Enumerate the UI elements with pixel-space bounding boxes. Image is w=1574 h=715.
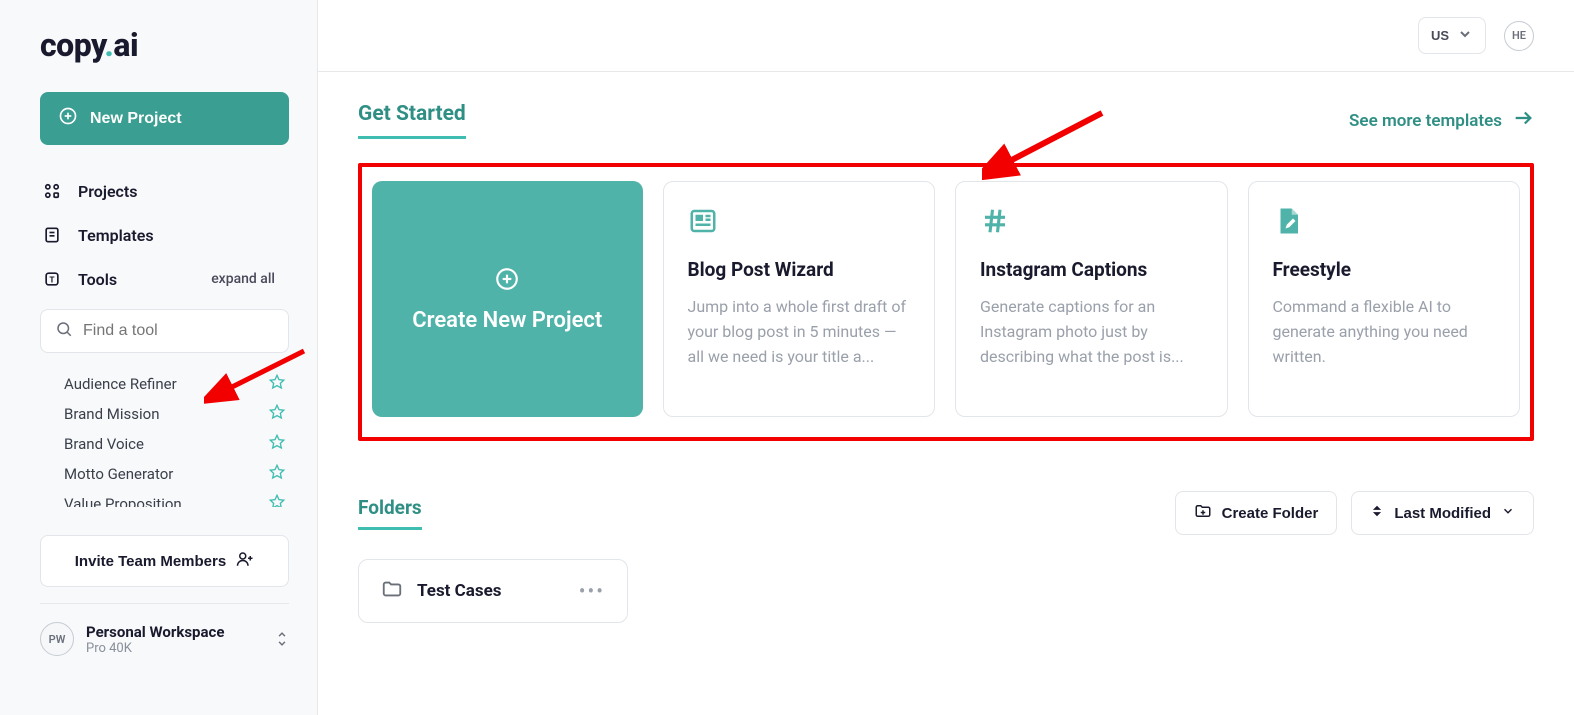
nav-list: Projects Templates T Tools expand all [0,169,317,301]
workspace-text: Personal Workspace Pro 40K [86,623,263,656]
template-card-instagram-captions[interactable]: Instagram Captions Generate captions for… [955,181,1228,417]
workspace-switcher[interactable]: PW Personal Workspace Pro 40K [0,604,317,674]
logo-suffix: ai [113,26,138,64]
nav-templates[interactable]: Templates [28,213,289,257]
file-pencil-icon [1273,206,1496,240]
folders-actions: Create Folder Last Modified [1175,491,1534,535]
search-box[interactable] [40,309,289,353]
workspace-plan: Pro 40K [86,641,263,656]
invite-team-button[interactable]: Invite Team Members [40,535,289,587]
sidebar: copy.ai New Project Projects Templates T… [0,0,318,715]
create-new-project-card[interactable]: Create New Project [372,181,643,417]
expand-all-link[interactable]: expand all [211,271,275,287]
create-folder-label: Create Folder [1222,505,1319,522]
logo-area: copy.ai [0,0,317,82]
card-title: Freestyle [1273,258,1496,281]
invite-label: Invite Team Members [75,553,226,570]
sort-label: Last Modified [1394,505,1491,522]
new-project-label: New Project [90,110,182,128]
main: US HE Get Started See more templates [318,0,1574,715]
chevron-down-icon [1457,26,1473,45]
language-label: US [1431,28,1449,43]
nav-templates-label: Templates [78,226,154,245]
star-icon[interactable] [269,464,285,484]
hash-icon [980,206,1203,240]
create-new-project-label: Create New Project [412,308,602,333]
tools-icon: T [42,269,62,289]
workspace-name: Personal Workspace [86,623,263,641]
tool-label: Motto Generator [64,465,173,483]
tool-item[interactable]: Motto Generator [40,459,305,489]
folder-plus-icon [1194,502,1212,524]
more-icon[interactable]: ••• [579,579,605,603]
card-title: Blog Post Wizard [688,258,911,281]
nav-tools[interactable]: T Tools expand all [28,257,289,301]
tool-label: Brand Mission [64,405,159,423]
see-more-label: See more templates [1349,111,1502,131]
folder-name: Test Cases [417,581,565,601]
card-desc: Command a flexible AI to generate anythi… [1273,295,1496,369]
sort-icon [1370,504,1384,522]
create-folder-button[interactable]: Create Folder [1175,491,1338,535]
grid-icon [42,181,62,201]
get-started-title: Get Started [358,102,466,139]
logo-prefix: copy [40,26,104,64]
templates-icon [42,225,62,245]
tool-list[interactable]: Audience Refiner Brand Mission Brand Voi… [40,369,305,507]
plus-circle-icon [494,266,520,296]
folders-head: Folders Create Folder Last Modified [358,491,1534,535]
tool-item[interactable]: Audience Refiner [40,369,305,399]
star-icon[interactable] [269,404,285,424]
template-card-freestyle[interactable]: Freestyle Command a flexible AI to gener… [1248,181,1521,417]
tool-label: Value Proposition [64,495,182,507]
tool-label: Audience Refiner [64,375,177,393]
tool-label: Brand Voice [64,435,144,453]
nav-projects[interactable]: Projects [28,169,289,213]
nav-projects-label: Projects [78,182,138,201]
language-button[interactable]: US [1418,17,1486,54]
folder-icon [381,578,403,604]
new-project-button[interactable]: New Project [40,92,289,145]
card-desc: Generate captions for an Instagram photo… [980,295,1203,369]
template-cards-row: Create New Project Blog Post Wizard Jump… [358,163,1534,441]
tool-item[interactable]: Brand Voice [40,429,305,459]
template-card-blog-post-wizard[interactable]: Blog Post Wizard Jump into a whole first… [663,181,936,417]
search-icon [55,320,73,342]
chevron-updown-icon [275,630,289,648]
folders-title: Folders [358,496,422,530]
content: Get Started See more templates Create Ne… [318,72,1574,653]
chevron-down-icon [1501,504,1515,522]
plus-circle-icon [58,106,78,131]
search-input[interactable] [83,322,274,340]
svg-text:T: T [49,275,54,285]
logo: copy.ai [40,26,138,64]
folder-card[interactable]: Test Cases ••• [358,559,628,623]
see-more-templates-link[interactable]: See more templates [1349,107,1534,134]
workspace-avatar: PW [40,622,74,656]
sort-button[interactable]: Last Modified [1351,491,1534,535]
star-icon[interactable] [269,374,285,394]
user-avatar[interactable]: HE [1504,21,1534,51]
tool-item[interactable]: Brand Mission [40,399,305,429]
newspaper-icon [688,206,911,240]
arrow-right-icon [1512,107,1534,134]
topbar: US HE [318,0,1574,72]
star-icon[interactable] [269,494,285,507]
star-icon[interactable] [269,434,285,454]
card-desc: Jump into a whole first draft of your bl… [688,295,911,369]
nav-tools-label: Tools [78,270,117,289]
card-title: Instagram Captions [980,258,1203,281]
user-plus-icon [236,550,254,572]
tool-item[interactable]: Value Proposition [40,489,305,507]
get-started-head: Get Started See more templates [358,102,1534,139]
